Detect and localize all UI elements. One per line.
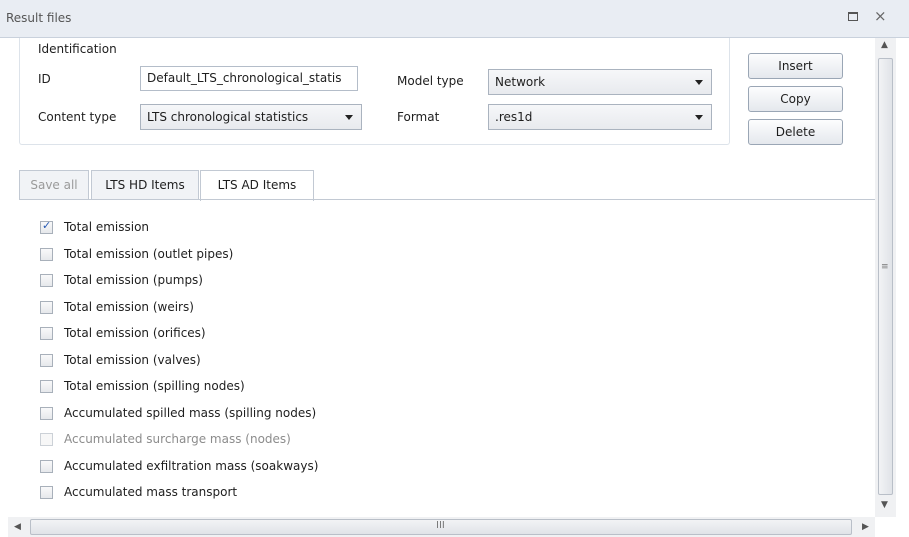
chevron-down-icon <box>695 80 703 85</box>
checkbox[interactable] <box>40 406 53 420</box>
model-type-value: Network <box>495 75 546 89</box>
checkbox-label: Accumulated spilled mass (spilling nodes… <box>64 405 317 420</box>
checkbox-label: Accumulated exfiltration mass (soakways) <box>64 458 319 473</box>
checkbox[interactable] <box>40 486 53 499</box>
checkbox[interactable] <box>40 380 53 393</box>
window-title: Result files <box>6 11 72 25</box>
chevron-down-icon <box>345 115 353 120</box>
copy-button[interactable]: Copy <box>748 86 843 112</box>
content-type-label: Content type <box>38 110 117 124</box>
checkbox-label: Total emission (outlet pipes) <box>64 246 234 261</box>
checkbox-label: Total emission (spilling nodes) <box>64 379 245 393</box>
format-value: .res1d <box>495 110 533 124</box>
checkbox-label: Total emission (valves) <box>64 352 201 367</box>
insert-button[interactable]: Insert <box>748 53 843 79</box>
id-field[interactable]: Default_LTS_chronological_statis <box>140 66 358 91</box>
id-label: ID <box>38 72 51 86</box>
checkbox[interactable] <box>40 219 53 234</box>
scroll-right-icon[interactable]: ▶ <box>862 522 869 532</box>
content-type-dropdown[interactable]: LTS chronological statistics <box>140 104 362 130</box>
checkbox[interactable] <box>40 353 53 367</box>
checkbox[interactable] <box>40 327 53 340</box>
checkbox <box>40 433 53 446</box>
tab-lts-hd-items[interactable]: LTS HD Items <box>91 170 199 200</box>
checkbox-label: Total emission <box>64 220 150 234</box>
grip-icon: III <box>436 520 445 531</box>
checkbox[interactable] <box>40 459 53 473</box>
content-type-value: LTS chronological statistics <box>147 110 309 124</box>
format-dropdown[interactable]: .res1d <box>488 104 712 130</box>
checkbox[interactable] <box>40 247 53 261</box>
checkbox-label: Accumulated surcharge mass (nodes) <box>64 432 291 446</box>
scroll-left-icon[interactable]: ◀ <box>14 522 21 532</box>
checkbox-label: Total emission (weirs) <box>64 299 194 314</box>
checkbox-label: Total emission (pumps) <box>64 273 203 287</box>
scroll-down-icon[interactable]: ▼ <box>881 500 888 510</box>
checkbox[interactable] <box>40 274 53 287</box>
tab-save-all[interactable]: Save all <box>19 170 89 200</box>
tab-lts-ad-items[interactable]: LTS AD Items <box>200 170 314 201</box>
delete-button[interactable]: Delete <box>748 119 843 145</box>
format-label: Format <box>397 110 440 124</box>
model-type-dropdown[interactable]: Network <box>488 69 712 95</box>
close-icon[interactable]: × <box>874 7 887 25</box>
checkbox-label: Accumulated mass transport <box>64 485 238 499</box>
maximize-icon[interactable] <box>848 12 858 21</box>
model-type-label: Model type <box>397 74 464 88</box>
checkbox-label: Total emission (orifices) <box>64 326 206 340</box>
identification-group-title: Identification <box>38 42 117 56</box>
chevron-down-icon <box>695 115 703 120</box>
grip-icon: ≡ <box>881 262 889 272</box>
title-bar <box>0 0 909 38</box>
scroll-up-icon[interactable]: ▲ <box>881 40 888 50</box>
vertical-scroll-thumb[interactable] <box>878 58 893 495</box>
checkbox[interactable] <box>40 300 53 314</box>
